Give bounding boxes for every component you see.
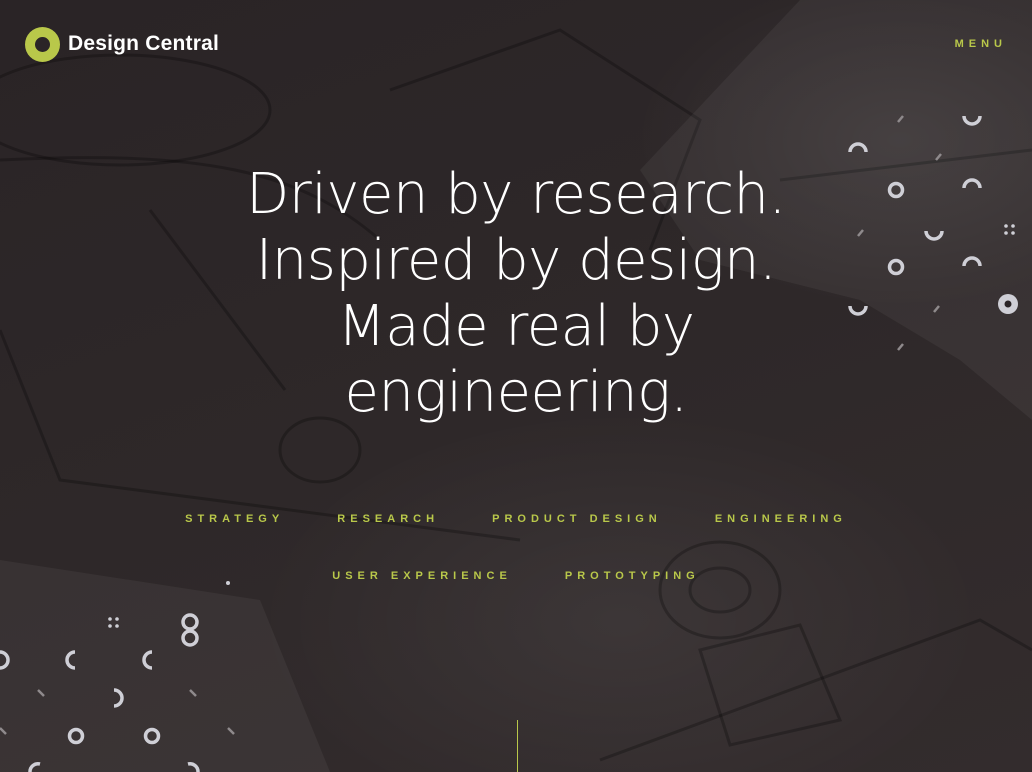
scroll-indicator-line [517,720,518,772]
geometric-pattern-icon [0,115,1018,772]
